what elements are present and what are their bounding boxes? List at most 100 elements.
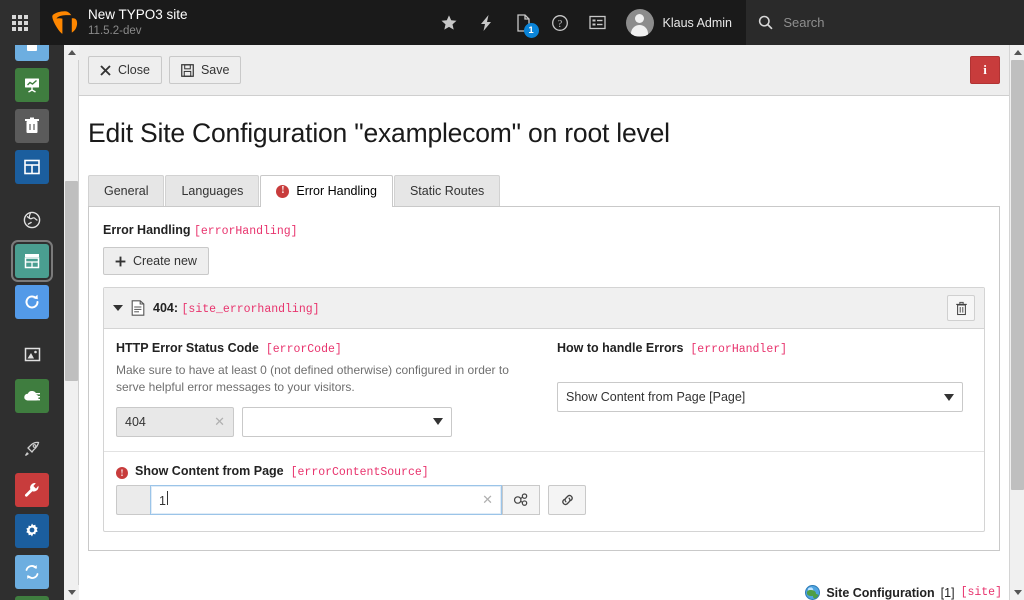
tab-static-routes[interactable]: Static Routes — [393, 175, 501, 206]
information-button[interactable]: i — [970, 56, 1000, 84]
scroll-down-arrow[interactable] — [64, 585, 79, 600]
error-exclamation-icon: ! — [276, 184, 290, 198]
error-code-input[interactable]: 404 ✕ — [116, 406, 234, 437]
inline-record-header[interactable]: 404: [site_errorhandling] — [104, 288, 984, 329]
module-item-upgrade[interactable] — [0, 428, 64, 469]
module-item-view[interactable] — [0, 64, 64, 105]
lightning-icon — [481, 14, 492, 31]
inline-record-body: HTTP Error Status Code [errorCode] Make … — [104, 329, 984, 531]
error-handler-select[interactable]: Show Content from Page [Page] — [557, 382, 963, 412]
clear-x-icon[interactable]: ✕ — [476, 492, 493, 508]
flash-messages-button[interactable] — [468, 0, 505, 45]
save-button[interactable]: Save — [168, 56, 242, 84]
module-menu-scroll — [0, 45, 64, 600]
bookmarks-button[interactable] — [431, 0, 468, 45]
tab-languages[interactable]: Languages — [165, 175, 260, 206]
module-item-template[interactable] — [0, 146, 64, 187]
section-heading-code: [errorHandling] — [194, 225, 298, 238]
module-menu-gap — [0, 187, 64, 199]
inline-record-title-text: 404: — [153, 300, 179, 315]
clear-x-icon[interactable]: ✕ — [208, 414, 225, 430]
sync-icon — [15, 554, 49, 589]
module-item-sites[interactable] — [0, 199, 64, 240]
module-item-recycler[interactable] — [0, 105, 64, 146]
module-item-page[interactable] — [0, 45, 64, 64]
link-browser-button[interactable] — [548, 484, 586, 515]
user-name-label: Klaus Admin — [662, 15, 732, 30]
module-content: Close Save i Edit Site Configuration "ex… — [64, 45, 1024, 600]
tab-error-handling[interactable]: ! Error Handling — [260, 175, 393, 207]
refresh-icon — [15, 284, 49, 319]
scroll-up-arrow[interactable] — [64, 45, 79, 60]
module-item-maintenance[interactable] — [0, 469, 64, 510]
field-row-top: HTTP Error Status Code [errorCode] Make … — [104, 329, 984, 452]
user-menu-button[interactable]: Klaus Admin — [616, 0, 746, 45]
module-item-extensions[interactable] — [0, 592, 64, 600]
tab-bar: General Languages ! Error Handling Stati… — [88, 175, 1000, 207]
topbar-actions: 1 ? — [431, 0, 616, 45]
module-item-indexing[interactable] — [0, 375, 64, 416]
status-bar: Site Configuration [1] [site] — [64, 581, 1024, 600]
page-title: Edit Site Configuration "examplecom" on … — [88, 118, 670, 148]
open-documents-button[interactable]: 1 — [505, 0, 542, 45]
floppy-disk-icon — [181, 63, 194, 77]
search-input[interactable] — [783, 15, 1012, 30]
module-item-filelist[interactable] — [0, 334, 64, 375]
tab-error-handling-label: Error Handling — [296, 184, 377, 198]
create-new-label: Create new — [133, 254, 197, 268]
status-count: [1] — [940, 585, 955, 600]
module-menu-gap-3 — [0, 416, 64, 428]
page-scroll-down-arrow[interactable] — [1010, 585, 1024, 600]
module-item-scheduler[interactable] — [0, 281, 64, 322]
question-circle-icon: ? — [552, 14, 568, 31]
error-content-source-input[interactable]: 1 ✕ — [150, 484, 502, 515]
error-content-source-value: 1 — [159, 494, 166, 509]
close-button[interactable]: Close — [88, 56, 162, 84]
global-search[interactable] — [746, 0, 1024, 45]
error-code-value: 404 — [125, 414, 146, 429]
help-button[interactable]: ? — [542, 0, 579, 45]
module-item-settings[interactable] — [0, 510, 64, 551]
page-scrollbar[interactable] — [1009, 45, 1024, 600]
create-new-button[interactable]: Create new — [103, 247, 209, 275]
gear-icon — [15, 513, 49, 548]
page-scrollbar-thumb[interactable] — [1011, 60, 1024, 490]
error-code-select[interactable] — [242, 406, 452, 437]
caret-down-icon[interactable] — [113, 305, 123, 311]
module-menu-toggle-button[interactable] — [0, 0, 40, 45]
section-heading: Error Handling [errorHandling] — [103, 223, 985, 238]
typo3-backend: New TYPO3 site 11.5.2-dev 1 ? Klaus Admi… — [0, 0, 1024, 600]
tab-general[interactable]: General — [88, 175, 165, 206]
inline-record-title: 404: [site_errorhandling] — [153, 301, 320, 316]
error-handler-input-wrap: Show Content from Page [Page] — [557, 382, 972, 412]
close-button-label: Close — [118, 63, 150, 77]
field-error-code: HTTP Error Status Code [errorCode] Make … — [116, 341, 531, 437]
backend-body: Close Save i Edit Site Configuration "ex… — [0, 45, 1024, 600]
wrench-icon — [15, 472, 49, 507]
module-item-site-config[interactable] — [0, 239, 64, 282]
field-error-content-source: ! Show Content from Page [errorContentSo… — [104, 452, 984, 531]
error-content-source-label-text: Show Content from Page — [135, 463, 284, 478]
module-body: Edit Site Configuration "examplecom" on … — [64, 96, 1024, 600]
apps-grid-icon — [12, 14, 28, 31]
record-browser-button[interactable] — [502, 484, 540, 515]
error-content-source-prefix — [116, 484, 150, 515]
chevron-down-icon — [944, 393, 954, 401]
tab-languages-label: Languages — [181, 184, 244, 198]
error-handler-label-text: How to handle Errors — [557, 341, 684, 355]
typo3-version: 11.5.2-dev — [88, 24, 142, 37]
delete-record-button[interactable] — [947, 295, 975, 321]
module-menu-scrollbar[interactable] — [64, 45, 79, 600]
error-handler-label-code: [errorHandler] — [690, 343, 788, 356]
globe-icon — [15, 203, 49, 237]
scrollbar-thumb[interactable] — [65, 181, 78, 381]
list-view-button[interactable] — [579, 0, 616, 45]
error-code-label-text: HTTP Error Status Code — [116, 341, 259, 355]
svg-text:?: ? — [558, 19, 563, 30]
site-branding[interactable]: New TYPO3 site 11.5.2-dev — [40, 0, 202, 45]
module-menu-gap-2 — [0, 322, 64, 334]
typo3-logo-icon — [52, 10, 78, 34]
page-scroll-up-arrow[interactable] — [1010, 45, 1024, 60]
text-cursor — [166, 491, 168, 506]
module-item-sync[interactable] — [0, 551, 64, 592]
